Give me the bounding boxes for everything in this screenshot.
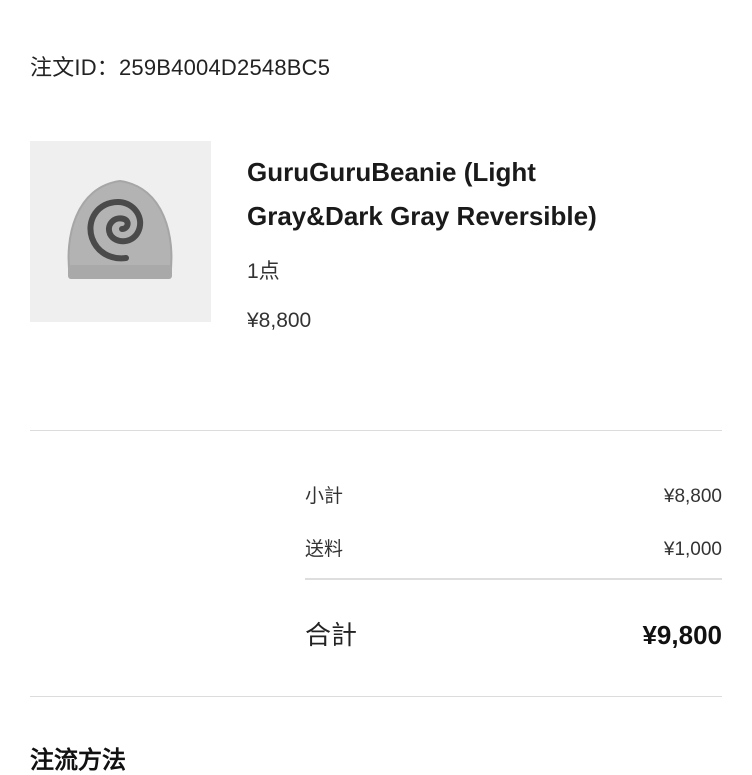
subtotal-label: 小計 <box>305 486 344 507</box>
product-title-line1: GuruGuruBeanie (Light <box>247 157 536 187</box>
product-title-line2: Gray&Dark Gray Reversible) <box>247 201 597 231</box>
total-label: 合計 <box>305 620 358 650</box>
product-price: ¥8,800 <box>247 309 312 332</box>
order-id: 注文ID：259B4004D2548BC5 <box>30 55 331 80</box>
beanie-image <box>30 141 211 322</box>
shipping-value: ¥1,000 <box>663 539 722 560</box>
summary-divider <box>305 578 722 580</box>
product-quantity: 1点 <box>247 260 280 283</box>
product-title[interactable]: GuruGuruBeanie (Light Gray&Dark Gray Rev… <box>247 150 727 238</box>
section-divider-bottom <box>30 696 722 697</box>
total-value: ¥9,800 <box>642 620 722 650</box>
payment-method-heading: 注流方法 <box>30 747 126 774</box>
subtotal-row: 小計 ¥8,800 <box>305 481 722 508</box>
section-divider <box>30 430 722 431</box>
product-image <box>30 141 211 322</box>
total-row: 合計 ¥9,800 <box>305 615 722 652</box>
shipping-row: 送料 ¥1,000 <box>305 534 722 561</box>
subtotal-value: ¥8,800 <box>663 486 722 507</box>
shipping-label: 送料 <box>305 539 344 560</box>
